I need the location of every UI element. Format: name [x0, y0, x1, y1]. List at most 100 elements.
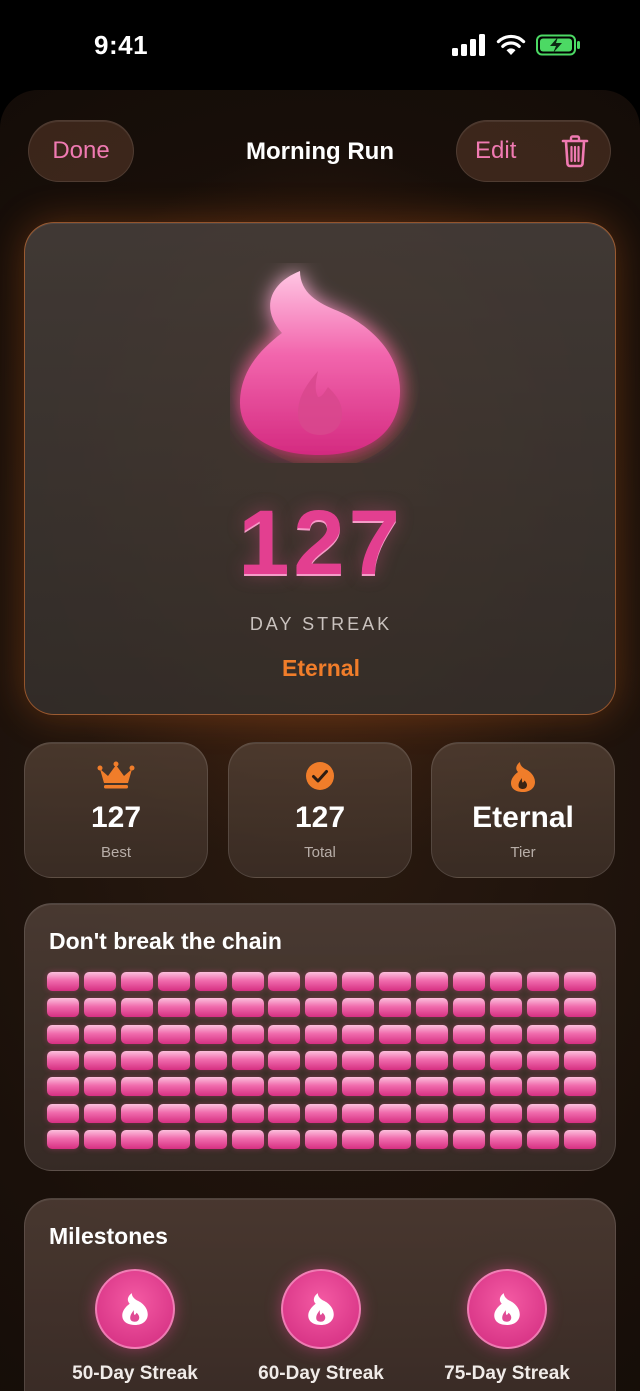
chain-day-completed — [563, 1103, 596, 1123]
cellular-signal-icon — [452, 34, 485, 56]
stat-card-best: 127 Best — [24, 742, 208, 878]
chain-day-completed — [342, 1077, 375, 1097]
chain-day-completed — [83, 1024, 116, 1044]
chain-day-completed — [526, 1024, 559, 1044]
chain-day-completed — [83, 1050, 116, 1070]
chain-day-completed — [120, 1024, 153, 1044]
chain-day-completed — [47, 1050, 79, 1070]
chain-day-completed — [231, 1129, 264, 1149]
chain-day-completed — [157, 1050, 190, 1070]
chain-day-completed — [489, 1050, 522, 1070]
chain-day-completed — [379, 1024, 412, 1044]
status-time: 9:41 — [94, 30, 149, 60]
chain-day-completed — [416, 1103, 448, 1123]
flame-icon — [230, 271, 420, 468]
battery-charging-icon — [536, 34, 580, 56]
chain-day-completed — [157, 972, 190, 991]
chain-day-completed — [120, 1103, 153, 1123]
checkmark-circle-icon — [306, 762, 334, 790]
chain-day-completed — [416, 1077, 448, 1097]
chain-day-completed — [47, 972, 79, 991]
chain-day-completed — [305, 1103, 338, 1123]
stat-label: Tier — [510, 844, 536, 861]
stat-value: 127 — [294, 801, 346, 834]
chain-day-completed — [231, 998, 264, 1018]
milestone-item[interactable]: 60-Day Streak — [231, 1269, 411, 1385]
chain-day-completed — [563, 998, 596, 1018]
chain-day-completed — [526, 972, 559, 991]
stat-label: Total — [304, 844, 336, 861]
trash-icon[interactable] — [560, 134, 590, 168]
chain-day-completed — [526, 1129, 559, 1149]
chain-day-completed — [157, 1129, 190, 1149]
chain-day-completed — [47, 1024, 79, 1044]
chain-day-completed — [305, 998, 338, 1018]
chain-day-completed — [268, 1103, 301, 1123]
chain-day-completed — [489, 1129, 522, 1149]
chain-day-completed — [379, 1129, 412, 1149]
edit-button[interactable]: Edit — [475, 137, 516, 165]
chain-day-completed — [452, 972, 485, 991]
chain-day-completed — [489, 1077, 522, 1097]
chain-day-completed — [231, 1050, 264, 1070]
chain-day-completed — [379, 972, 412, 991]
flame-icon — [511, 762, 535, 792]
streak-flame — [230, 263, 420, 468]
chain-day-completed — [305, 1129, 338, 1149]
milestone-badge — [95, 1269, 175, 1349]
status-bar: 9:41 — [0, 0, 640, 94]
chain-day-completed — [416, 1050, 448, 1070]
chain-day-completed — [305, 1024, 338, 1044]
chain-day-completed — [120, 998, 153, 1018]
chain-day-completed — [268, 1129, 301, 1149]
chain-day-completed — [194, 972, 227, 991]
chain-day-completed — [489, 1103, 522, 1123]
chain-day-completed — [452, 1050, 485, 1070]
milestones-card: Milestones 50-Day Streak 60-Day Streak 7… — [24, 1198, 616, 1391]
stat-label: Best — [100, 844, 131, 861]
chain-day-completed — [452, 1103, 485, 1123]
chain-day-completed — [157, 1024, 190, 1044]
streak-label: DAY STREAK — [249, 614, 393, 634]
streak-detail-sheet: Done Morning Run Edit 127 DAY STREAK Ete… — [0, 90, 640, 1391]
chain-day-completed — [452, 1077, 485, 1097]
streak-count: 127 — [238, 492, 404, 594]
stat-value: Eternal — [472, 801, 574, 834]
chain-day-completed — [416, 1129, 448, 1149]
milestone-label: 75-Day Streak — [444, 1363, 570, 1384]
chain-day-completed — [194, 1129, 227, 1149]
chain-day-completed — [342, 1103, 375, 1123]
chain-day-completed — [268, 1050, 301, 1070]
chain-day-completed — [305, 1077, 338, 1097]
chain-day-completed — [452, 1129, 485, 1149]
chain-day-completed — [47, 1129, 79, 1149]
chain-day-completed — [83, 1077, 116, 1097]
chain-day-completed — [268, 972, 301, 991]
chain-day-completed — [47, 998, 79, 1018]
milestone-item[interactable]: 50-Day Streak — [45, 1269, 225, 1385]
chain-day-completed — [83, 1129, 116, 1149]
chain-day-completed — [268, 1024, 301, 1044]
chain-day-completed — [452, 1024, 485, 1044]
chain-day-completed — [231, 1103, 264, 1123]
chain-title: Don't break the chain — [49, 928, 282, 954]
chain-day-completed — [526, 1103, 559, 1123]
milestone-item[interactable]: 75-Day Streak — [417, 1269, 597, 1385]
chain-day-completed — [157, 998, 190, 1018]
flame-icon — [122, 1293, 148, 1325]
milestone-label: 60-Day Streak — [258, 1363, 384, 1384]
chain-day-completed — [416, 998, 448, 1018]
chain-day-completed — [563, 1129, 596, 1149]
chain-day-completed — [305, 1050, 338, 1070]
chain-day-completed — [379, 1050, 412, 1070]
wifi-icon — [496, 34, 526, 55]
chain-day-completed — [526, 998, 559, 1018]
chain-day-completed — [194, 1024, 227, 1044]
chain-day-completed — [305, 972, 338, 991]
milestones-title: Milestones — [49, 1223, 168, 1249]
chain-day-completed — [120, 972, 153, 991]
chain-day-completed — [231, 1024, 264, 1044]
chain-day-completed — [416, 972, 448, 991]
flame-icon — [494, 1293, 520, 1325]
flame-icon — [308, 1293, 334, 1325]
